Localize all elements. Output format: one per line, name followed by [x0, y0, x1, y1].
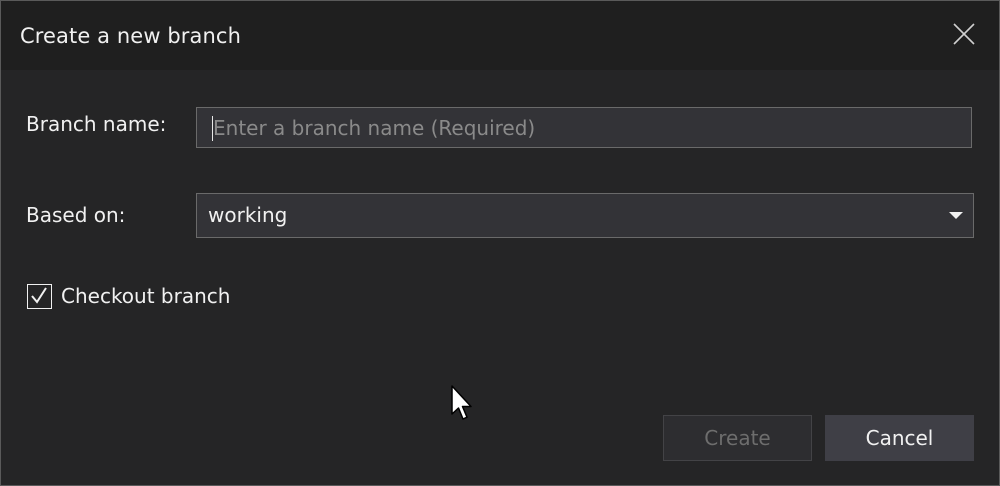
branch-name-input[interactable] — [196, 107, 972, 148]
checkout-branch-label: Checkout branch — [61, 284, 231, 308]
text-caret — [212, 116, 213, 141]
mouse-pointer-icon — [451, 385, 472, 420]
dialog-title: Create a new branch — [20, 24, 241, 48]
chevron-down-icon — [949, 212, 963, 219]
based-on-dropdown[interactable]: working — [196, 193, 974, 238]
close-icon — [953, 23, 975, 45]
checkout-branch-checkbox[interactable] — [27, 284, 52, 309]
create-branch-dialog: Create a new branch Branch name: Based o… — [0, 0, 1000, 486]
cancel-button[interactable]: Cancel — [825, 415, 974, 461]
based-on-selected-value: working — [208, 203, 288, 227]
checkmark-icon — [31, 287, 47, 304]
create-button[interactable]: Create — [663, 415, 812, 461]
dialog-titlebar: Create a new branch — [1, 1, 999, 70]
based-on-label: Based on: — [26, 203, 126, 227]
close-button[interactable] — [949, 19, 979, 49]
branch-name-label: Branch name: — [26, 112, 167, 136]
